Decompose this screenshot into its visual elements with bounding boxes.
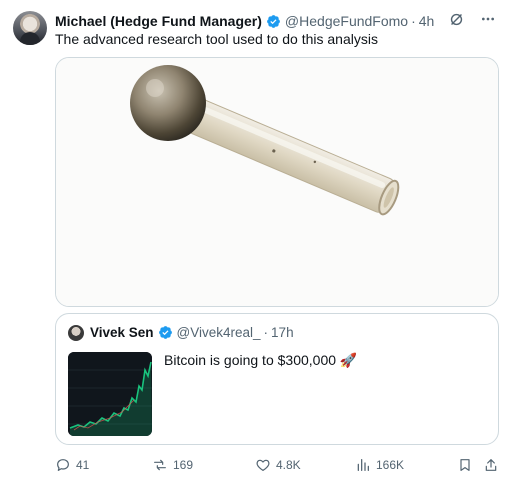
repost-icon [154, 459, 166, 471]
tweet-timestamp[interactable]: 4h [419, 13, 435, 29]
share-icon [485, 459, 497, 471]
tweet-text: The advanced research tool used to do th… [55, 31, 378, 47]
like-count: 4.8K [276, 458, 301, 472]
quoted-tweet-text: Bitcoin is going to $300,000 🚀 [164, 352, 358, 368]
tweet-card[interactable]: Michael (Hedge Fund Manager) @HedgeFundF… [0, 0, 511, 485]
quoted-tweet-header: Vivek Sen @Vivek4real_ · 17h [90, 325, 294, 340]
quoted-tweet-chart-thumbnail[interactable] [68, 352, 152, 436]
more-icon[interactable] [479, 10, 497, 28]
reply-count: 41 [76, 458, 90, 472]
like-button[interactable]: 4.8K [255, 457, 301, 473]
tweet-action-bar: 41 169 4.8K 166K [55, 457, 501, 475]
verified-badge-icon [267, 14, 280, 28]
repost-count: 169 [173, 458, 194, 472]
like-icon [256, 459, 270, 471]
views-icon [357, 459, 369, 471]
quoted-author-avatar[interactable] [68, 325, 84, 341]
verified-badge-icon [158, 326, 172, 339]
views-button[interactable]: 166K [355, 457, 404, 473]
author-avatar[interactable] [13, 11, 47, 45]
quoted-author-name[interactable]: Vivek Sen [90, 325, 154, 340]
quoted-author-handle[interactable]: @Vivek4real_ [177, 325, 261, 340]
tweet-media-image[interactable] [55, 57, 499, 307]
header-separator: · [411, 13, 416, 29]
quoted-tweet-timestamp[interactable]: 17h [271, 325, 294, 340]
author-handle[interactable]: @HedgeFundFomo [285, 13, 408, 29]
grok-icon[interactable] [447, 10, 465, 28]
views-count: 166K [376, 458, 405, 472]
repost-button[interactable]: 169 [152, 457, 193, 473]
bookmark-button[interactable] [457, 457, 473, 473]
quoted-tweet[interactable]: Vivek Sen @Vivek4real_ · 17h Bitcoin is … [55, 313, 499, 445]
quoted-header-separator: · [263, 325, 269, 340]
pipe-photo [56, 58, 498, 306]
bookmark-icon [460, 459, 470, 471]
price-chart-image [68, 352, 152, 436]
tweet-top-icons [447, 10, 497, 28]
reply-button[interactable]: 41 [55, 457, 89, 473]
author-name[interactable]: Michael (Hedge Fund Manager) [55, 13, 262, 29]
tweet-header: Michael (Hedge Fund Manager) @HedgeFundF… [55, 12, 434, 30]
share-button[interactable] [483, 457, 499, 473]
reply-icon [57, 459, 69, 471]
